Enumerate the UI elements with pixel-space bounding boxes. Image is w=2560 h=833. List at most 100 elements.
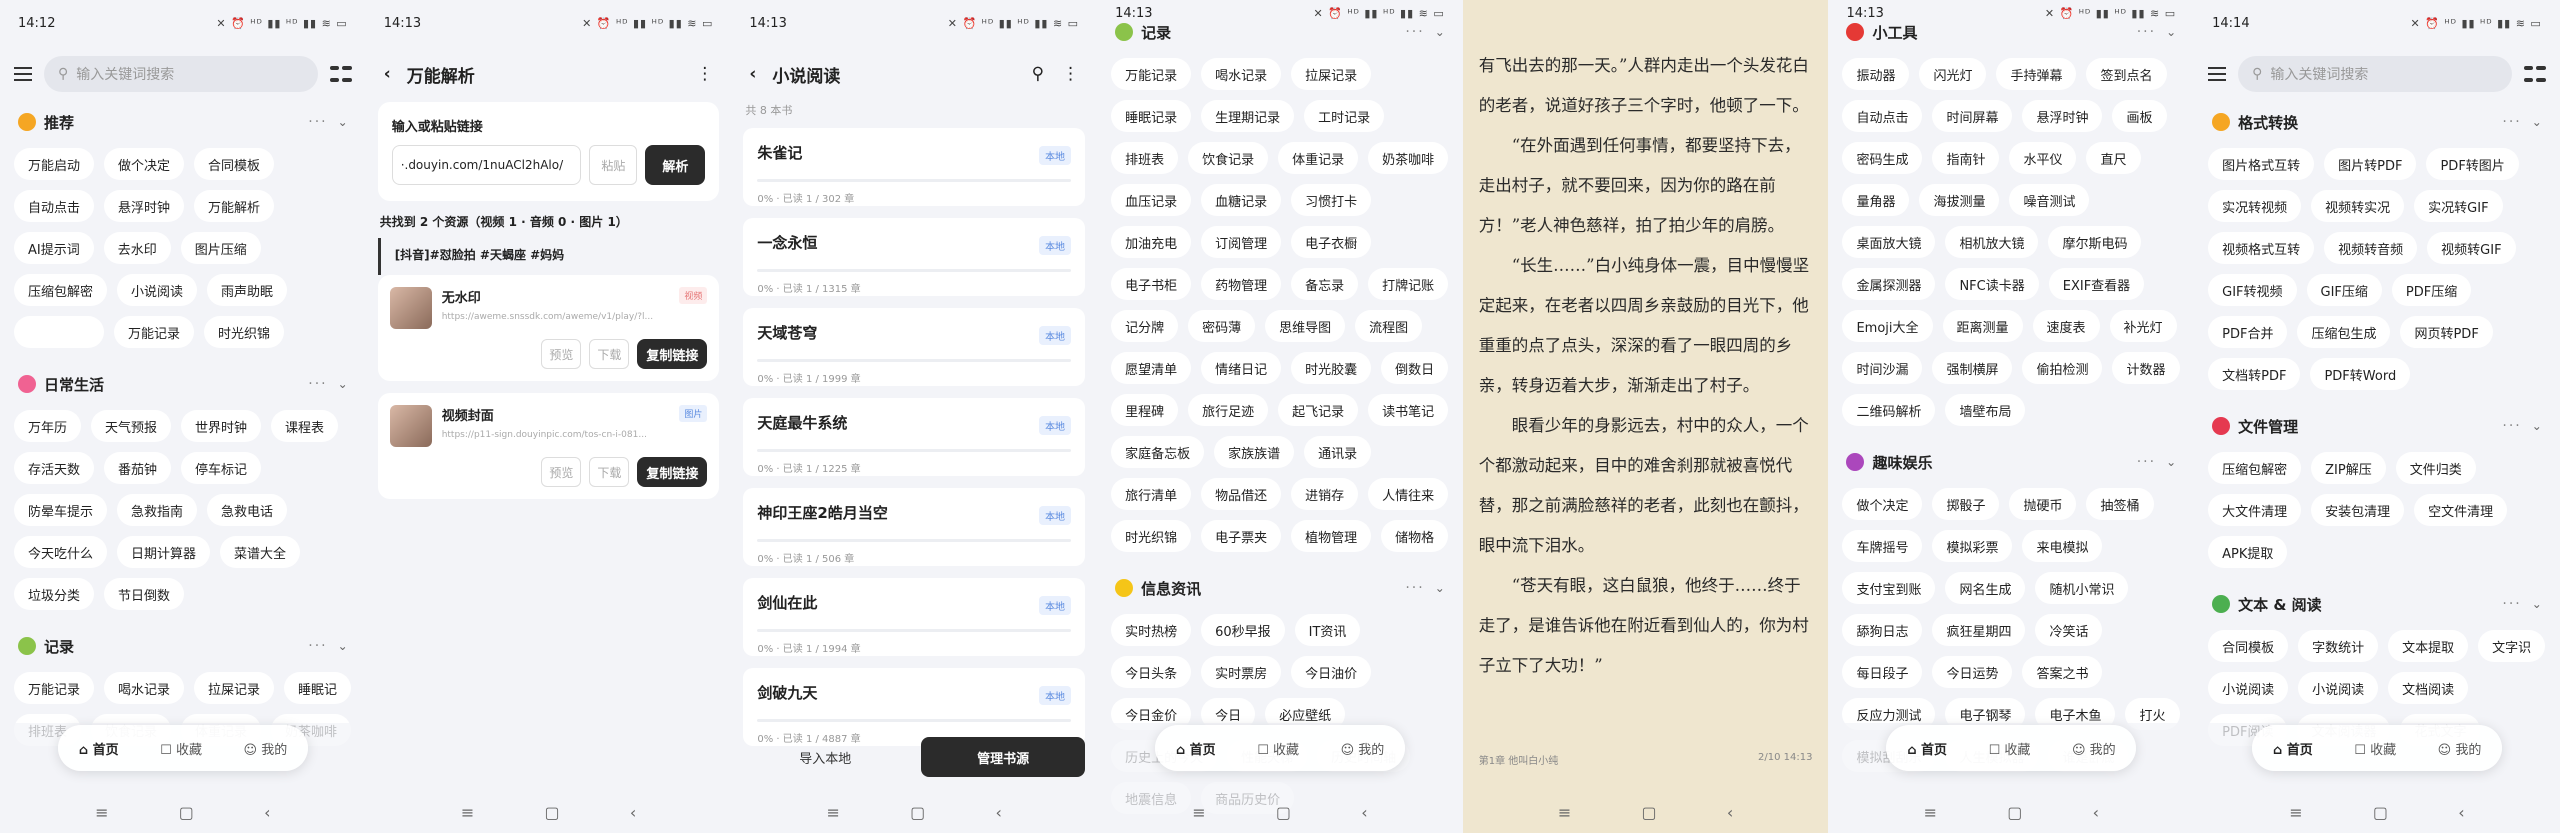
tool-chip[interactable]: 速度表 xyxy=(2032,310,2100,342)
tool-chip[interactable]: EXIF查看器 xyxy=(2048,268,2145,300)
tool-chip[interactable]: 思维导图 xyxy=(1265,310,1346,342)
tool-chip[interactable]: 今天吃什么 xyxy=(14,536,108,568)
tool-chip[interactable]: 喝水记录 xyxy=(1201,58,1282,90)
tool-chip[interactable]: GIF压缩 xyxy=(2306,274,2382,306)
search-input[interactable]: ⚲ 输入关键词搜索 xyxy=(2238,56,2512,92)
tool-chip[interactable]: 答案之书 xyxy=(2022,656,2103,688)
tool-chip[interactable]: 文本提取 xyxy=(2388,630,2469,662)
more-icon[interactable]: ··· xyxy=(2502,418,2521,434)
tool-chip[interactable]: 偷拍检测 xyxy=(2022,352,2103,384)
sys-home-button[interactable]: ▢ xyxy=(910,803,925,822)
tool-chip[interactable]: 时间屏幕 xyxy=(1932,100,2013,132)
tool-chip[interactable]: 愿望清单 xyxy=(1111,352,1192,384)
tool-chip[interactable]: PDF转Word xyxy=(2310,358,2411,390)
tool-chip[interactable]: 文档阅读 xyxy=(2388,672,2469,704)
tool-chip[interactable]: 手持弹幕 xyxy=(1996,58,2077,90)
tool-chip[interactable]: 实时热榜 xyxy=(1111,614,1192,646)
chevron-down-icon[interactable]: ⌄ xyxy=(2532,419,2542,433)
tool-chip[interactable]: 视频转音频 xyxy=(2324,232,2418,264)
tool-chip[interactable]: 垃圾分类 xyxy=(14,578,95,610)
grid-view-icon[interactable] xyxy=(2523,63,2546,85)
tool-chip[interactable]: APK提取 xyxy=(2208,536,2288,568)
tool-chip[interactable]: 振动器 xyxy=(1842,58,1910,90)
nav-home[interactable]: ⌂ 首页 xyxy=(1907,739,1947,758)
tool-chip[interactable]: 小说阅读 xyxy=(117,274,198,306)
nav-favorites[interactable]: ☐ 收藏 xyxy=(160,739,202,758)
tool-chip[interactable]: 文字识 xyxy=(2478,630,2546,662)
tool-chip[interactable]: 体重记录 xyxy=(1278,142,1359,174)
link-input[interactable]: ·.douyin.com/1nuACl2hAlo/ xyxy=(391,145,582,185)
tool-chip[interactable]: 强制横屏 xyxy=(1932,352,2013,384)
tool-chip[interactable]: 抽签桶 xyxy=(2086,488,2154,520)
tool-chip[interactable]: 时光织锦 xyxy=(1111,520,1192,552)
tool-chip[interactable]: 备忘录 xyxy=(1291,268,1359,300)
tool-chip[interactable]: 读书笔记 xyxy=(1368,394,1449,426)
tool-chip[interactable]: 压缩包生成 xyxy=(2297,316,2391,348)
tool-chip[interactable]: 生理期记录 xyxy=(1201,100,1295,132)
menu-icon[interactable] xyxy=(14,63,32,85)
tool-chip[interactable]: 安装包清理 xyxy=(2311,494,2405,526)
tool-chip[interactable]: 图片转PDF xyxy=(2324,148,2417,180)
tool-chip[interactable]: 记分牌 xyxy=(1111,310,1179,342)
tool-chip[interactable]: 视频格式互转 xyxy=(2208,232,2315,264)
tool-chip[interactable]: 血糖记录 xyxy=(1201,184,1282,216)
book-card[interactable]: 朱雀记 本地 0% · 已读 1 / 302 章 xyxy=(743,128,1086,206)
tool-chip[interactable]: 万能记录 xyxy=(14,672,95,704)
sys-home-button[interactable]: ▢ xyxy=(544,803,559,822)
grid-view-icon[interactable] xyxy=(329,63,352,85)
search-icon[interactable]: ⚲ xyxy=(1032,64,1044,84)
tool-chip[interactable]: 车牌摇号 xyxy=(1842,530,1923,562)
tool-chip[interactable]: 储物格 xyxy=(1381,520,1449,552)
sys-menu-button[interactable]: ≡ xyxy=(1924,803,1937,822)
tool-chip[interactable]: 文档转PDF xyxy=(2208,358,2301,390)
chevron-down-icon[interactable]: ⌄ xyxy=(338,115,348,129)
tool-chip[interactable]: 量角器 xyxy=(1842,184,1910,216)
tool-chip[interactable]: 里程碑 xyxy=(1111,394,1179,426)
nav-home[interactable]: ⌂ 首页 xyxy=(2273,739,2313,758)
tool-chip[interactable]: 防晕车提示 xyxy=(14,494,108,526)
tool-chip[interactable]: 模拟彩票 xyxy=(1932,530,2013,562)
tool-chip[interactable]: 去水印 xyxy=(103,232,171,264)
nav-favorites[interactable]: ☐ 收藏 xyxy=(2354,739,2396,758)
tool-chip[interactable]: 世界时钟 xyxy=(181,410,262,442)
tool-chip[interactable]: 物品借还 xyxy=(1201,478,1282,510)
tool-chip[interactable]: AI提示词 xyxy=(14,232,94,264)
sys-menu-button[interactable]: ≡ xyxy=(1558,803,1571,822)
paste-button[interactable]: 粘贴 xyxy=(589,145,638,185)
tool-chip[interactable]: 睡眠记 xyxy=(284,672,352,704)
tool-chip[interactable]: 自动点击 xyxy=(14,190,95,222)
sys-back-button[interactable]: ‹ xyxy=(2093,803,2099,822)
chevron-down-icon[interactable]: ⌄ xyxy=(2166,455,2176,469)
tool-chip[interactable]: 实时票房 xyxy=(1201,656,1282,688)
tool-chip[interactable]: 流程图 xyxy=(1355,310,1423,342)
tool-chip[interactable]: 疯狂星期四 xyxy=(1932,614,2026,646)
tool-chip[interactable]: 植物管理 xyxy=(1291,520,1372,552)
tool-chip[interactable]: 计数器 xyxy=(2112,352,2180,384)
tool-chip[interactable]: 大文件清理 xyxy=(2208,494,2302,526)
tool-chip[interactable]: 人情往来 xyxy=(1368,478,1449,510)
back-icon[interactable]: ‹ xyxy=(384,64,391,84)
tool-chip[interactable]: 画板 xyxy=(2112,100,2167,132)
tool-chip[interactable]: IT资讯 xyxy=(1294,614,1361,646)
more-vert-icon[interactable]: ⋮ xyxy=(1062,64,1079,84)
more-icon[interactable]: ··· xyxy=(2137,454,2156,470)
tool-chip[interactable]: 密码薄 xyxy=(1188,310,1256,342)
tool-chip[interactable]: 舔狗日志 xyxy=(1842,614,1923,646)
tool-chip[interactable]: 抛硬币 xyxy=(2009,488,2077,520)
tool-chip[interactable]: PDF合并 xyxy=(2208,316,2288,348)
tool-chip[interactable]: 拉屎记录 xyxy=(194,672,275,704)
sys-menu-button[interactable]: ≡ xyxy=(2289,803,2302,822)
sys-home-button[interactable]: ▢ xyxy=(1276,803,1291,822)
tool-chip[interactable]: 视频转GIF xyxy=(2427,232,2516,264)
tool-chip[interactable]: 急救电话 xyxy=(207,494,288,526)
tool-chip[interactable]: 压缩包解密 xyxy=(2208,452,2302,484)
menu-icon[interactable] xyxy=(2208,63,2227,85)
tool-chip[interactable]: 桌面放大镜 xyxy=(1842,226,1936,258)
tool-chip[interactable]: PDF转图片 xyxy=(2426,148,2519,180)
nav-home[interactable]: ⌂ 首页 xyxy=(79,739,119,758)
tool-chip[interactable]: 药物管理 xyxy=(1201,268,1282,300)
tool-chip[interactable]: 网名生成 xyxy=(1945,572,2026,604)
more-icon[interactable]: ··· xyxy=(1405,24,1424,40)
tool-chip[interactable]: 签到点名 xyxy=(2086,58,2167,90)
book-card[interactable]: 剑仙在此 本地 0% · 已读 1 / 1994 章 xyxy=(743,578,1086,656)
